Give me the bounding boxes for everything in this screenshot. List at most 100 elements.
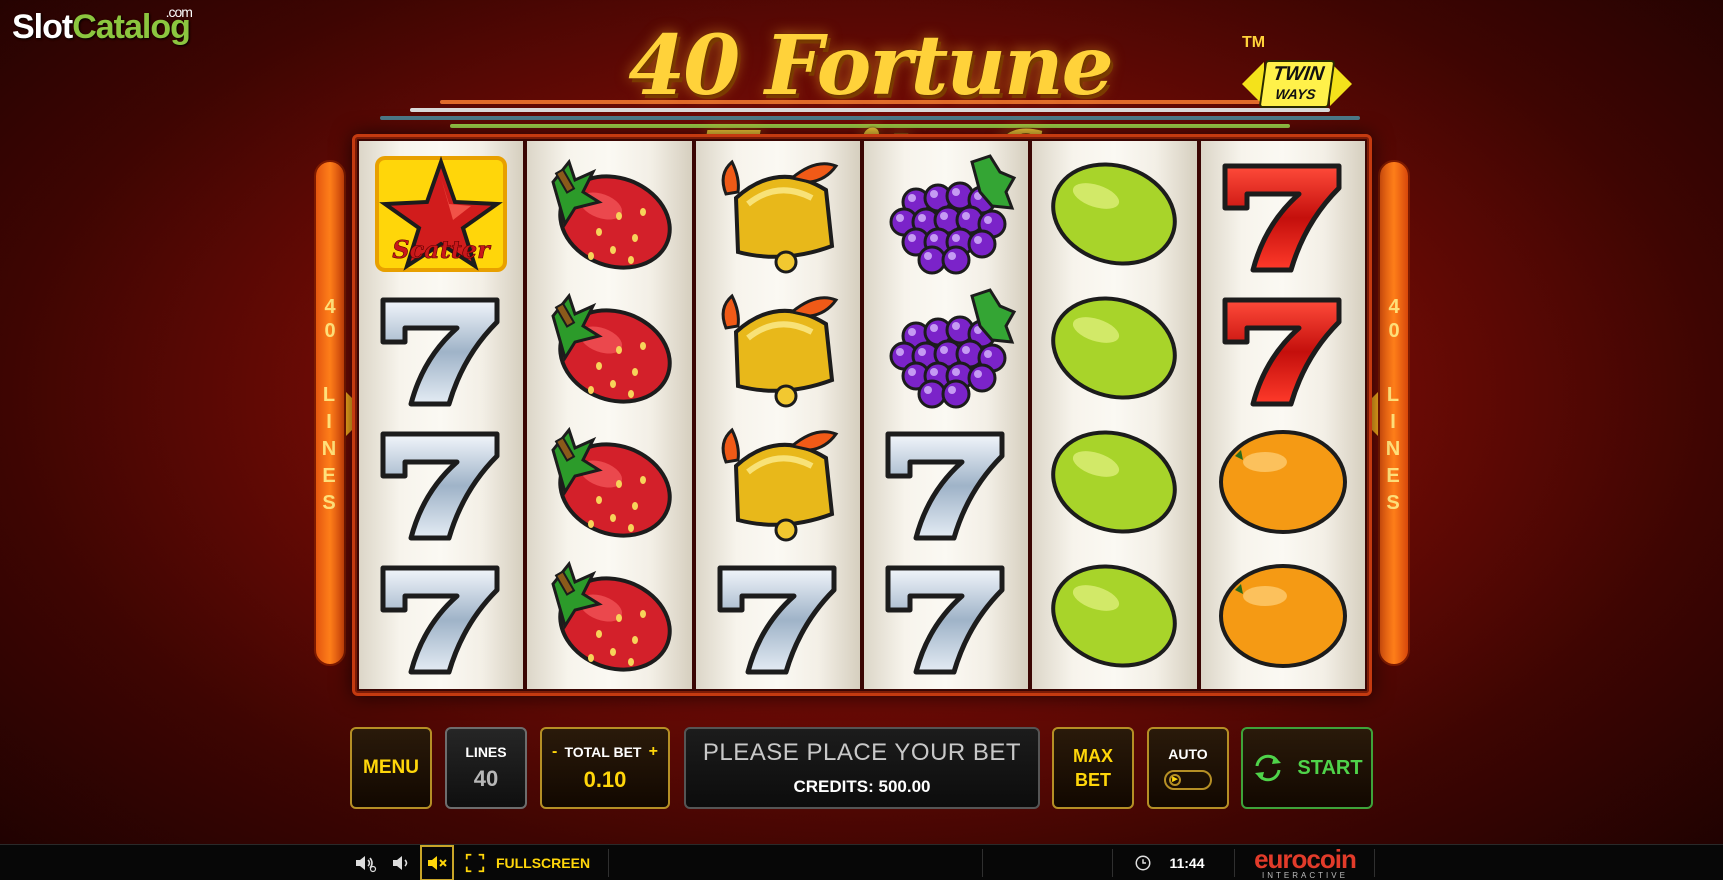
seven-silver-symbol (366, 551, 516, 681)
speaker-mute-icon (428, 856, 447, 870)
bell-symbol (703, 149, 853, 279)
grapes-symbol (871, 283, 1021, 413)
reel-6 (1200, 141, 1365, 689)
autoplay-button[interactable]: AUTO ▶ (1147, 727, 1229, 809)
orange-icon (1218, 564, 1347, 668)
clock-time: 11:44 (1160, 845, 1214, 880)
seven-red-symbol (1208, 283, 1358, 413)
fullscreen-button[interactable]: FULLSCREEN (462, 845, 592, 880)
menu-button-label: MENU (363, 757, 419, 778)
badge-line1: TWIN (1271, 63, 1326, 85)
left-lines-count: 40 (319, 296, 341, 344)
lime-icon (1051, 162, 1178, 266)
separator (1234, 849, 1235, 877)
orange-icon (1218, 430, 1347, 534)
start-spin-button[interactable]: START (1241, 727, 1373, 809)
game-title-logo: 40 Fortune Fruits 6 TM TWIN WAYS (380, 18, 1360, 210)
strawberry-icon (551, 560, 673, 672)
play-icon: ▶ (1169, 774, 1181, 786)
bell-icon (721, 159, 839, 274)
max-bet-line1: MAX (1073, 746, 1113, 766)
watermark-part1: Slot (12, 8, 73, 46)
lines-label: LINES (465, 744, 507, 760)
reel-5 (1032, 141, 1197, 689)
start-label: START (1297, 756, 1363, 779)
bell-icon (721, 427, 839, 542)
lime-icon (1051, 564, 1178, 668)
total-bet-value: 0.10 (583, 767, 627, 792)
lime-icon (1051, 296, 1178, 400)
eurocoin-logo: eurocoin INTERACTIVE (1240, 845, 1370, 880)
left-lines-panel: 40 LINES (314, 160, 346, 666)
separator (1374, 849, 1375, 877)
scatter-symbol: Scatter (366, 149, 516, 279)
lime-icon (1051, 430, 1178, 534)
right-lines-word: LINES (1382, 384, 1404, 519)
left-lines-word: LINES (318, 384, 340, 519)
brand-subtitle: INTERACTIVE (1262, 871, 1348, 880)
twin-ways-badge: TWIN WAYS (1242, 54, 1352, 112)
grapes-symbol (871, 149, 1021, 279)
seven-silver-icon (380, 431, 500, 541)
slotcatalog-watermark: SlotCatalog .com (12, 4, 193, 47)
scatter-icon: Scatter (375, 155, 508, 272)
seven-silver-icon (885, 431, 1005, 541)
bet-increase-button[interactable]: + (649, 743, 658, 761)
reel-2 (527, 141, 692, 689)
autoplay-label: AUTO (1168, 746, 1208, 762)
seven-silver-symbol (871, 417, 1021, 547)
max-bet-button[interactable]: MAX BET (1052, 727, 1134, 809)
strawberry-symbol (534, 283, 684, 413)
reels-grid: Scatter (352, 134, 1372, 696)
brand-name: eurocoin (1254, 844, 1357, 874)
bell-icon (721, 293, 839, 408)
mute-button[interactable] (420, 845, 454, 880)
lime-symbol (1039, 149, 1189, 279)
right-lines-count: 40 (1383, 296, 1405, 344)
status-message: PLEASE PLACE YOUR BET (702, 739, 1022, 766)
orange-symbol (1208, 417, 1358, 547)
grapes-icon (889, 288, 1017, 409)
credits-display: CREDITS: 500.00 (793, 777, 931, 796)
control-bar: MENU LINES 40 - TOTAL BET + 0.10 PLEASE … (0, 727, 1723, 809)
menu-button[interactable]: MENU (350, 727, 432, 809)
sound-effects-button[interactable] (348, 845, 382, 880)
strawberry-symbol (534, 417, 684, 547)
badge-line2: WAYS (1274, 86, 1317, 102)
strawberry-icon (551, 158, 673, 270)
svg-text:Scatter: Scatter (392, 235, 492, 264)
message-panel: PLEASE PLACE YOUR BET CREDITS: 500.00 (684, 727, 1040, 809)
strawberry-icon (551, 426, 673, 538)
bell-symbol (703, 283, 853, 413)
bottom-toolbar: FULLSCREEN 11:44 eurocoin INTERACTIVE (0, 844, 1723, 880)
lime-symbol (1039, 417, 1189, 547)
reel-3 (695, 141, 860, 689)
strawberry-symbol (534, 551, 684, 681)
watermark-part3: .com (165, 4, 193, 20)
seven-silver-symbol (366, 417, 516, 547)
clock-svg-icon (1135, 855, 1151, 871)
lime-symbol (1039, 283, 1189, 413)
seven-silver-icon (380, 297, 500, 407)
lines-value: 40 (473, 766, 499, 791)
autoplay-toggle[interactable]: ▶ (1164, 770, 1212, 790)
seven-red-icon (1222, 297, 1342, 407)
reel-1: Scatter (359, 141, 524, 689)
strawberry-symbol (534, 149, 684, 279)
total-bet-label: TOTAL BET (564, 744, 642, 760)
fullscreen-icon (465, 853, 485, 873)
lime-symbol (1039, 551, 1189, 681)
reel-4 (863, 141, 1029, 689)
clock-text: 11:44 (1169, 855, 1205, 871)
seven-silver-icon (885, 565, 1005, 675)
fullscreen-label: FULLSCREEN (495, 855, 591, 871)
seven-silver-icon (717, 565, 837, 675)
music-button[interactable] (384, 845, 418, 880)
bell-symbol (703, 417, 853, 547)
lines-display: LINES 40 (445, 727, 527, 809)
bet-decrease-button[interactable]: - (552, 743, 557, 761)
trademark-mark: TM (1242, 34, 1266, 51)
orange-symbol (1208, 551, 1358, 681)
speaker-icon (393, 856, 408, 870)
seven-silver-symbol (871, 551, 1021, 681)
